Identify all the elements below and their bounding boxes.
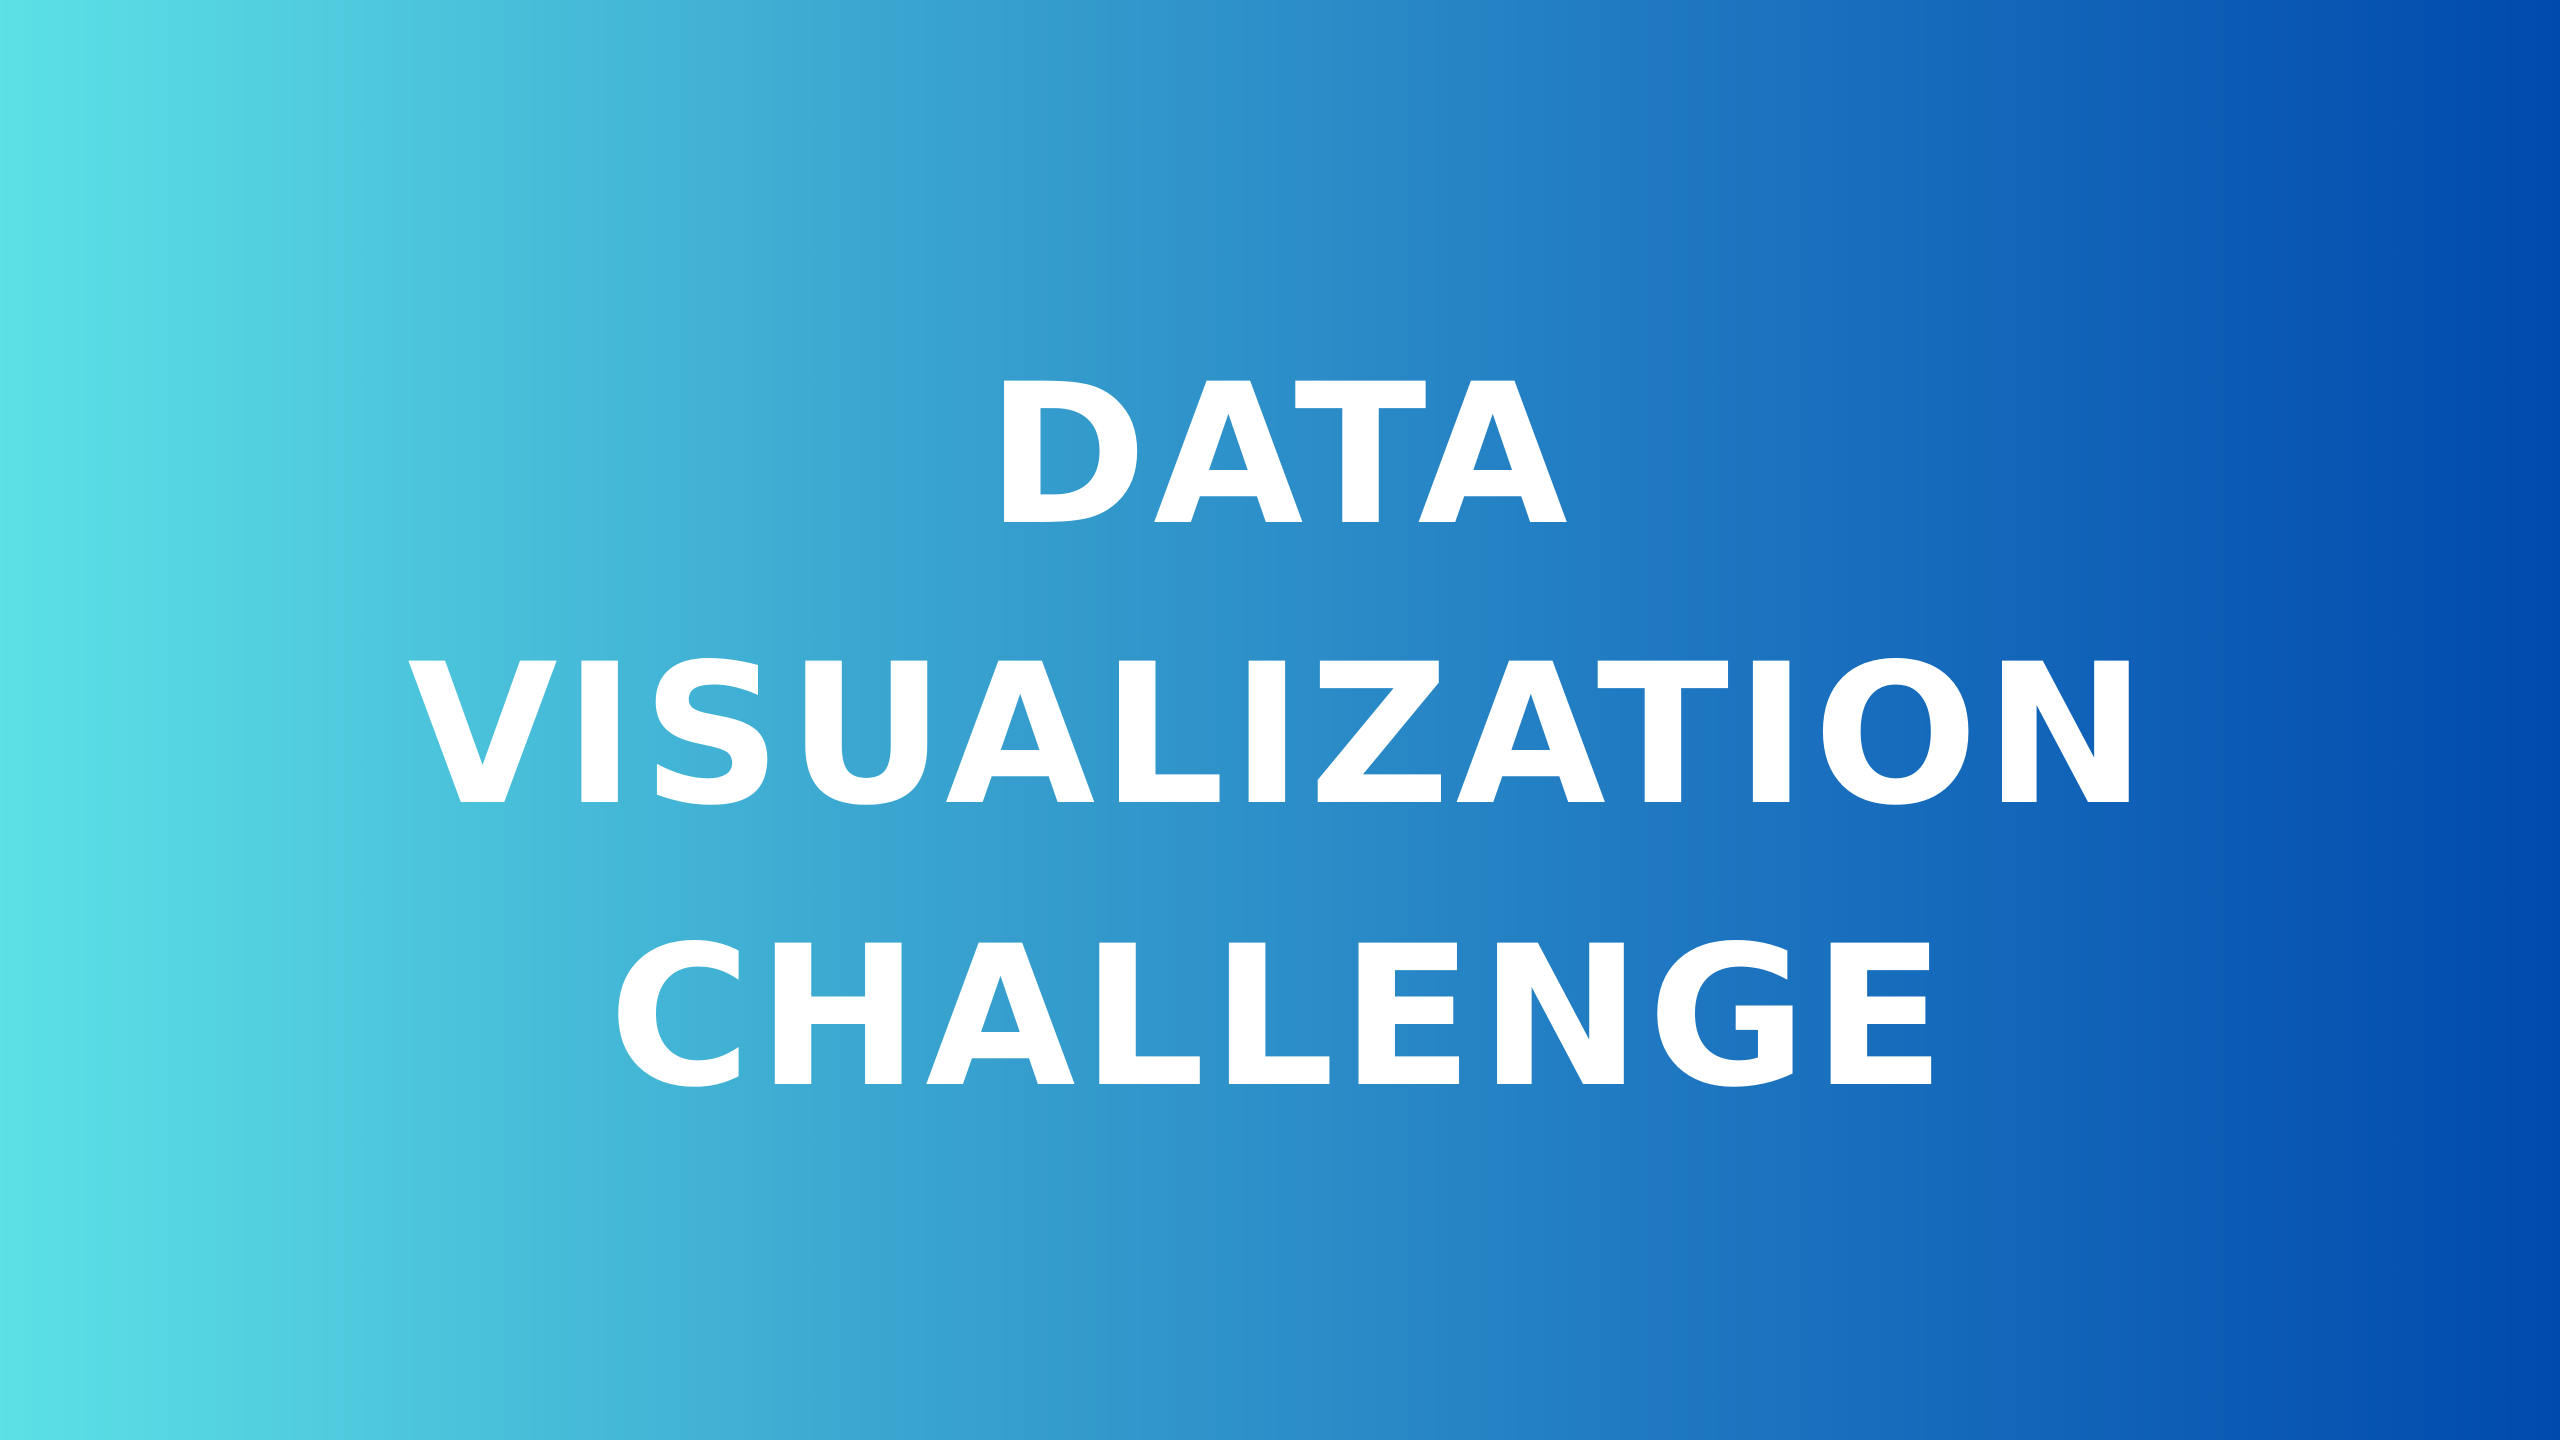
- title-banner: DATA VISUALIZATION CHALLENGE: [0, 0, 2560, 1440]
- title-line-visualization: VISUALIZATION: [407, 622, 2153, 848]
- title-line-data: DATA: [986, 342, 1574, 568]
- title-line-challenge: CHALLENGE: [608, 904, 1952, 1130]
